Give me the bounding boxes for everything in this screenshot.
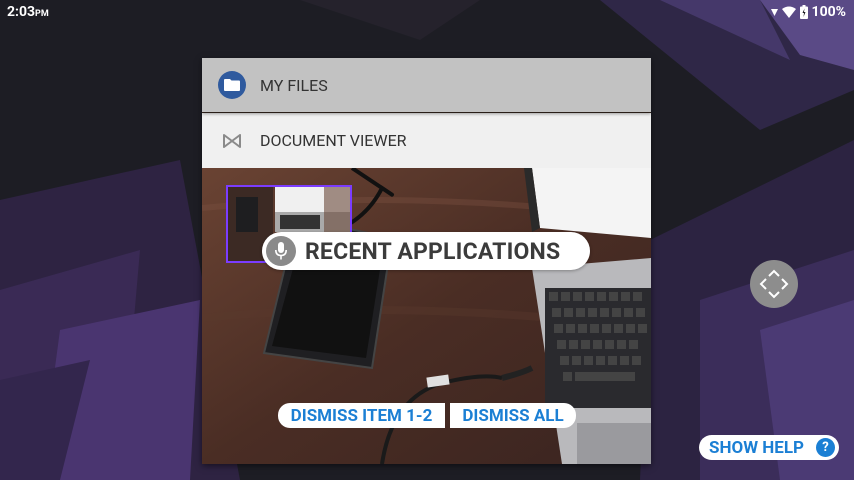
clock: 2:03PM bbox=[7, 4, 49, 20]
wifi-icon bbox=[781, 6, 796, 18]
status-icons: 100% bbox=[770, 4, 846, 20]
navigation-control[interactable] bbox=[750, 260, 798, 308]
direction-arrows-icon bbox=[759, 269, 789, 299]
recent-applications-label: RECENT APPLICATIONS bbox=[262, 232, 590, 270]
show-help-button[interactable]: SHOW HELP ? bbox=[699, 435, 839, 460]
show-help-label: SHOW HELP bbox=[709, 437, 805, 458]
dismiss-all-button[interactable]: DISMISS ALL bbox=[450, 403, 576, 428]
recent-card-label: MY FILES bbox=[260, 75, 328, 95]
clock-time: 2:03 bbox=[7, 4, 36, 20]
recent-card-document-viewer[interactable]: DOCUMENT VIEWER bbox=[202, 113, 651, 168]
document-viewer-icon bbox=[223, 133, 241, 148]
microphone-icon[interactable] bbox=[266, 236, 296, 266]
folder-icon bbox=[218, 71, 246, 99]
recent-card-label: DOCUMENT VIEWER bbox=[260, 131, 407, 150]
status-bar: 2:03PM 100% bbox=[0, 0, 854, 24]
battery-percent: 100% bbox=[811, 4, 846, 20]
recent-card-my-files[interactable]: MY FILES bbox=[202, 58, 651, 112]
dismiss-item-button[interactable]: DISMISS ITEM 1-2 bbox=[278, 403, 445, 428]
help-question-icon: ? bbox=[816, 438, 835, 457]
signal-icon bbox=[770, 8, 778, 16]
battery-icon bbox=[799, 5, 808, 19]
clock-ampm: PM bbox=[35, 9, 49, 19]
recent-applications-text: RECENT APPLICATIONS bbox=[305, 237, 561, 265]
